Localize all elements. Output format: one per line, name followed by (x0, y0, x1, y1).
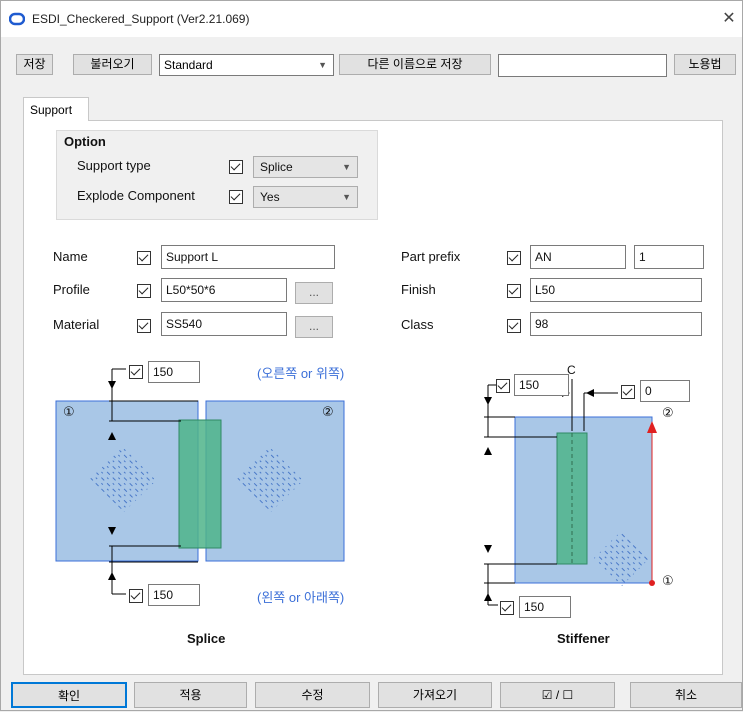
finish-label: Finish (401, 282, 436, 297)
stiffener-marker-1: ① (662, 573, 674, 588)
explode-checkbox[interactable] (229, 190, 243, 204)
save-as-button[interactable]: 다른 이름으로 저장 (339, 54, 491, 75)
stiffener-top-checkbox[interactable] (496, 379, 510, 393)
left-down-label: (왼쪽 or 아래쪽) (257, 590, 345, 605)
chevron-down-icon: ▼ (342, 192, 351, 202)
stiffener-marker-2: ② (662, 405, 674, 420)
explode-select[interactable]: Yes ▼ (253, 186, 358, 208)
preset-combobox[interactable]: Standard ▼ (159, 54, 334, 76)
centerline-label: C (567, 363, 576, 377)
save-as-name-input[interactable] (498, 54, 667, 77)
support-type-checkbox[interactable] (229, 160, 243, 174)
app-icon (9, 12, 25, 26)
finish-checkbox[interactable] (507, 284, 521, 298)
save-button[interactable]: 저장 (16, 54, 53, 75)
splice-caption: Splice (187, 631, 226, 646)
splice-top-input[interactable]: 150 (148, 361, 200, 383)
support-type-label: Support type (77, 158, 151, 173)
chevron-down-icon: ▼ (318, 60, 327, 70)
apply-button[interactable]: 적용 (134, 682, 247, 708)
splice-top-checkbox[interactable] (129, 365, 143, 379)
ok-button[interactable]: 확인 (11, 682, 127, 708)
part-prefix-label: Part prefix (401, 249, 461, 264)
class-checkbox[interactable] (507, 319, 521, 333)
finish-input[interactable]: L50 (530, 278, 702, 302)
name-input[interactable]: Support L (161, 245, 335, 269)
dialog-window: ESDI_Checkered_Support (Ver2.21.069) ✕ 저… (0, 0, 743, 711)
splice-bottom-checkbox[interactable] (129, 589, 143, 603)
close-icon[interactable]: ✕ (719, 8, 739, 30)
name-label: Name (53, 249, 88, 264)
part-prefix-checkbox[interactable] (507, 251, 521, 265)
material-browse-button[interactable]: ... (295, 316, 333, 338)
explode-label: Explode Component (77, 188, 195, 203)
title-bar: ESDI_Checkered_Support (Ver2.21.069) ✕ (1, 1, 742, 37)
cancel-button[interactable]: 취소 (630, 682, 742, 708)
modify-button[interactable]: 수정 (255, 682, 370, 708)
part-prefix-input[interactable]: AN (530, 245, 626, 269)
part-start-number-input[interactable]: 1 (634, 245, 704, 269)
profile-input[interactable]: L50*50*6 (161, 278, 287, 302)
stiffener-caption: Stiffener (557, 631, 610, 646)
tab-support[interactable]: Support (23, 97, 89, 121)
get-button[interactable]: 가져오기 (378, 682, 492, 708)
stiffener-bottom-input[interactable]: 150 (519, 596, 571, 618)
splice-marker-2: ② (322, 404, 334, 419)
check-toggle-button[interactable]: ☑ / ☐ (500, 682, 615, 708)
window-title: ESDI_Checkered_Support (Ver2.21.069) (32, 12, 250, 26)
option-title: Option (64, 134, 106, 149)
profile-checkbox[interactable] (137, 284, 151, 298)
profile-browse-button[interactable]: ... (295, 282, 333, 304)
name-checkbox[interactable] (137, 251, 151, 265)
stiffener-offset-input[interactable]: 0 (640, 380, 690, 402)
material-checkbox[interactable] (137, 319, 151, 333)
explode-value: Yes (260, 190, 280, 204)
preset-value: Standard (164, 58, 213, 72)
support-type-value: Splice (260, 160, 293, 174)
right-up-label: (오른쪽 or 위쪽) (257, 366, 345, 381)
stiffener-offset-checkbox[interactable] (621, 385, 635, 399)
stiffener-top-input[interactable]: 150 (514, 374, 569, 396)
material-label: Material (53, 317, 100, 332)
material-input[interactable]: SS540 (161, 312, 287, 336)
chevron-down-icon: ▼ (342, 162, 351, 172)
support-type-select[interactable]: Splice ▼ (253, 156, 358, 178)
extra-button[interactable]: 노용법 (674, 54, 736, 75)
stiffener-bottom-checkbox[interactable] (500, 601, 514, 615)
class-label: Class (401, 317, 434, 332)
splice-marker-1: ① (63, 404, 75, 419)
load-button[interactable]: 불러오기 (73, 54, 152, 75)
profile-label: Profile (53, 282, 90, 297)
splice-bottom-input[interactable]: 150 (148, 584, 200, 606)
class-input[interactable]: 98 (530, 312, 702, 336)
